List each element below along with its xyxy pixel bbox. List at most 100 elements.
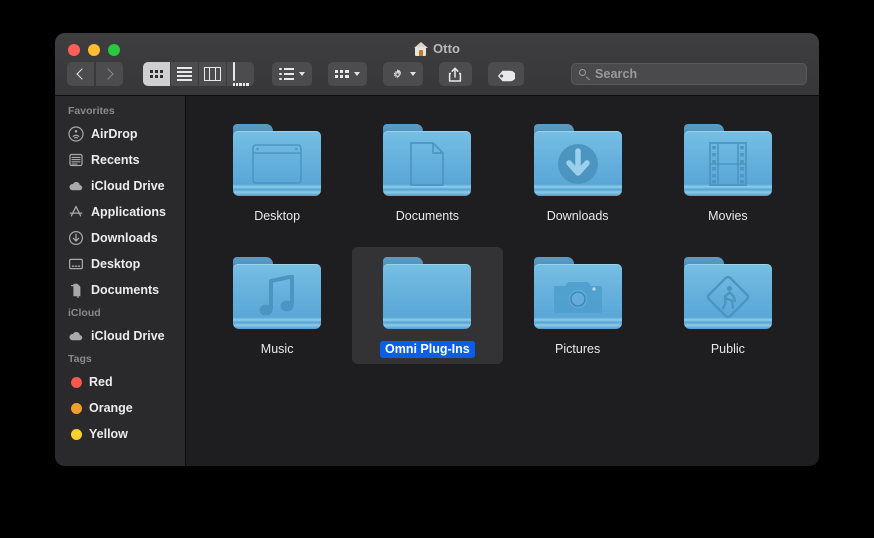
file-grid: Desktop Documents Downloads Movies Music… — [202, 114, 803, 364]
file-item-label: Movies — [708, 209, 748, 223]
view-mode-segmented-control — [143, 62, 254, 86]
file-item-movies[interactable]: Movies — [653, 114, 803, 231]
recents-icon — [68, 152, 84, 168]
sidebar-item-desktop[interactable]: Desktop — [55, 251, 185, 277]
sidebar-item-label: iCloud Drive — [91, 329, 165, 343]
action-button[interactable] — [382, 62, 423, 86]
file-item-downloads[interactable]: Downloads — [503, 114, 653, 231]
file-item-desktop[interactable]: Desktop — [202, 114, 352, 231]
columns-icon — [204, 67, 221, 81]
tag-dot-icon — [71, 376, 82, 388]
chevron-right-icon — [102, 68, 114, 80]
minimize-button[interactable] — [88, 44, 100, 56]
file-item-documents[interactable]: Documents — [352, 114, 502, 231]
applications-icon — [68, 204, 84, 220]
gallery-icon — [232, 62, 249, 86]
arrange-icon — [279, 67, 294, 81]
sidebar-item-tag-yellow[interactable]: Yellow — [55, 421, 185, 447]
sidebar-item-label: Red — [89, 375, 113, 389]
file-item-omni-plug-ins[interactable]: Omni Plug-Ins — [352, 247, 503, 364]
sidebar-item-applications[interactable]: Applications — [55, 199, 185, 225]
window-title-bar: Otto — [55, 41, 819, 56]
share-icon — [448, 67, 462, 82]
cloud-icon — [68, 328, 84, 344]
sidebar-item-tag-red[interactable]: Red — [55, 369, 185, 395]
sidebar-item-label: Documents — [91, 283, 160, 297]
arrange-button[interactable] — [272, 62, 312, 86]
sidebar-item-label: Yellow — [89, 427, 128, 441]
back-button[interactable] — [67, 62, 94, 86]
folder-icon — [380, 121, 474, 199]
folder-icon — [681, 121, 775, 199]
gear-icon — [390, 67, 405, 82]
chevron-down-icon — [409, 72, 416, 76]
icon-view-button[interactable] — [143, 62, 171, 86]
sidebar-item-label: Desktop — [91, 257, 141, 271]
airdrop-icon — [68, 126, 84, 142]
list-icon — [177, 67, 192, 81]
list-view-button[interactable] — [171, 62, 199, 86]
chevron-left-icon — [76, 68, 88, 80]
search-field[interactable]: Search — [571, 63, 807, 85]
folder-icon — [230, 121, 324, 199]
toolbar-controls: Search — [55, 61, 819, 87]
finder-window: Otto Search Favorites AirDrop Recents iC… — [55, 33, 819, 466]
downloads-icon — [68, 230, 84, 246]
file-grid-area[interactable]: Desktop Documents Downloads Movies Music… — [186, 96, 819, 466]
share-button[interactable] — [438, 62, 472, 86]
maximize-button[interactable] — [108, 44, 120, 56]
file-item-label: Documents — [395, 209, 459, 223]
group-button[interactable] — [328, 62, 367, 86]
grid-icon — [150, 70, 163, 78]
sidebar-item-downloads[interactable]: Downloads — [55, 225, 185, 251]
sidebar-item-label: iCloud Drive — [91, 179, 165, 193]
desktop-icon — [68, 256, 84, 272]
search-icon — [579, 68, 590, 80]
chevron-down-icon — [299, 72, 305, 76]
folder-icon — [230, 254, 324, 332]
forward-button[interactable] — [96, 62, 123, 86]
window-body: Favorites AirDrop Recents iCloud Drive A… — [55, 96, 819, 466]
sidebar-item-icloud-drive-2[interactable]: iCloud Drive — [55, 323, 185, 349]
file-item-label: Pictures — [555, 342, 601, 356]
tag-dot-icon — [71, 428, 82, 440]
cloud-icon — [68, 178, 84, 194]
tag-button[interactable] — [487, 62, 524, 86]
folder-icon — [531, 254, 625, 332]
file-item-music[interactable]: Music — [202, 247, 352, 364]
sidebar-item-label: Orange — [89, 401, 133, 415]
sidebar-item-recents[interactable]: Recents — [55, 147, 185, 173]
sidebar-item-label: Recents — [91, 153, 140, 167]
traffic-lights — [68, 44, 120, 56]
file-item-public[interactable]: Public — [653, 247, 803, 364]
sidebar-section-tags-header: Tags — [68, 353, 92, 365]
sidebar-item-documents[interactable]: Documents — [55, 277, 185, 303]
navigation-buttons — [67, 62, 123, 86]
sidebar-item-label: Applications — [91, 205, 167, 219]
folder-icon — [681, 254, 775, 332]
sidebar-item-label: Downloads — [91, 231, 158, 245]
sidebar: Favorites AirDrop Recents iCloud Drive A… — [55, 96, 186, 466]
folder-icon — [380, 254, 474, 332]
gallery-view-button[interactable] — [227, 62, 254, 86]
home-icon — [413, 41, 428, 56]
sidebar-section-icloud-header: iCloud — [68, 307, 101, 319]
sidebar-item-icloud-drive[interactable]: iCloud Drive — [55, 173, 185, 199]
file-item-label: Omni Plug-Ins — [380, 341, 475, 358]
sidebar-section-favorites-header: Favorites — [68, 105, 115, 117]
chevron-down-icon — [353, 72, 360, 76]
column-view-button[interactable] — [199, 62, 227, 86]
search-placeholder: Search — [595, 67, 638, 81]
close-button[interactable] — [68, 44, 80, 56]
file-item-pictures[interactable]: Pictures — [503, 247, 653, 364]
file-item-label: Downloads — [546, 209, 609, 223]
page-title: Otto — [432, 41, 461, 56]
sidebar-item-airdrop[interactable]: AirDrop — [55, 121, 185, 147]
tag-icon — [497, 69, 516, 81]
file-item-label: Desktop — [254, 209, 301, 223]
group-icon — [335, 69, 349, 79]
sidebar-item-tag-orange[interactable]: Orange — [55, 395, 185, 421]
window-toolbar: Otto Search — [55, 33, 819, 96]
folder-icon — [531, 121, 625, 199]
file-item-label: Public — [710, 342, 745, 356]
